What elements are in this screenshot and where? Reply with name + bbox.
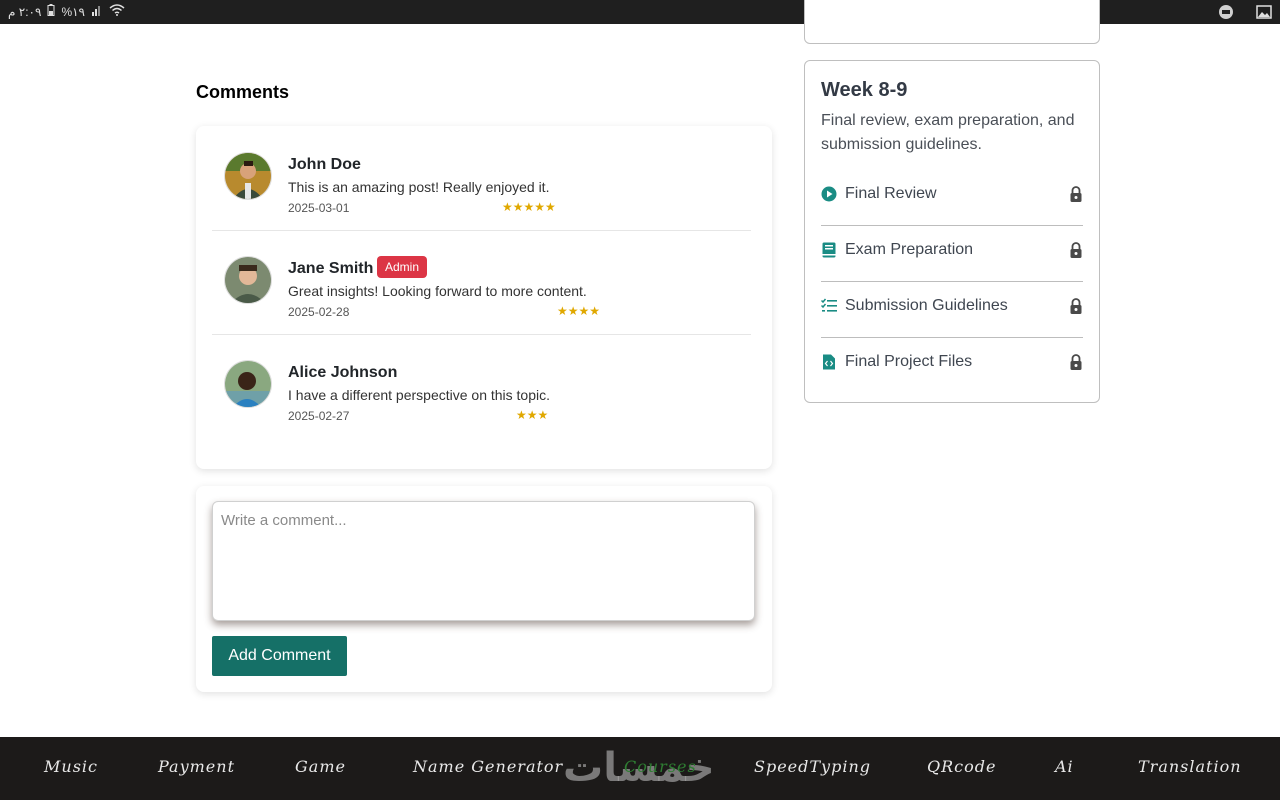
admin-badge: Admin [377, 256, 428, 278]
comments-list: John Doe This is an amazing post! Really… [196, 126, 772, 469]
week-description: Final review, exam preparation, and subm… [821, 112, 1075, 153]
nav-link-payment[interactable]: Payment [158, 757, 235, 776]
lesson-item-final-review[interactable]: Final Review [821, 169, 1083, 226]
play-circle-icon [821, 186, 837, 202]
nav-link-name-generator[interactable]: Name Generator [413, 757, 563, 776]
lesson-label: Final Review [845, 185, 937, 202]
lock-icon [1069, 185, 1083, 203]
lesson-label: Submission Guidelines [845, 297, 1008, 314]
nav-link-ai[interactable]: Ai [1055, 757, 1074, 776]
add-comment-button[interactable]: Add Comment [212, 636, 347, 676]
comment-text: Great insights! Looking forward to more … [288, 283, 587, 299]
avatar [224, 152, 272, 200]
clock-text: ٢:٠٩ م [8, 4, 42, 19]
rating-stars: ★★★ [516, 408, 549, 422]
lesson-label: Final Project Files [845, 353, 973, 370]
week-card: Week 8-9 Final review, exam preparation,… [804, 60, 1100, 403]
nav-link-speedtyping[interactable]: SpeedTyping [754, 757, 871, 776]
comment-date: 2025-02-27 [288, 409, 350, 423]
comment-author: Jane Smith [288, 260, 374, 277]
comment-text: This is an amazing post! Really enjoyed … [288, 179, 550, 195]
footer-nav: خمسات Music Payment Game Name Generator … [0, 737, 1280, 800]
book-icon [821, 242, 837, 258]
add-comment-form: Add Comment [196, 486, 772, 692]
status-left: ٢:٠٩ م %١٩ [8, 4, 125, 19]
avatar [224, 360, 272, 408]
signal-icon [91, 4, 103, 19]
comment-author: Alice Johnson [288, 364, 398, 381]
battery-icon [47, 4, 55, 19]
comment-text: I have a different perspective on this t… [288, 387, 551, 403]
comment-input[interactable] [212, 501, 755, 621]
avatar [224, 256, 272, 304]
comment-item: John Doe This is an amazing post! Really… [212, 126, 751, 231]
lock-icon [1069, 241, 1083, 259]
lock-icon [1069, 353, 1083, 371]
code-file-icon [821, 354, 837, 370]
nav-link-translation[interactable]: Translation [1138, 757, 1242, 776]
lesson-item-exam-preparation[interactable]: Exam Preparation [821, 225, 1083, 282]
nav-link-game[interactable]: Game [295, 757, 346, 776]
rating-stars: ★★★★★ [502, 200, 556, 214]
wifi-icon [109, 4, 125, 19]
comment-date: 2025-03-01 [288, 201, 350, 215]
image-icon [1256, 5, 1272, 22]
comment-date: 2025-02-28 [288, 305, 350, 319]
lock-icon [1069, 297, 1083, 315]
comments-title: Comments [196, 82, 290, 102]
ad-block-icon [1218, 4, 1234, 23]
lesson-label: Exam Preparation [845, 241, 974, 258]
previous-week-card [804, 0, 1100, 44]
comment-item: Jane Smith Admin Great insights! Looking… [212, 230, 751, 335]
status-right [1218, 4, 1272, 23]
nav-link-qrcode[interactable]: QRcode [927, 757, 996, 776]
week-title: Week 8-9 [821, 79, 908, 101]
lesson-item-final-project-files[interactable]: Final Project Files [821, 337, 1083, 393]
nav-link-music[interactable]: Music [44, 757, 98, 776]
lesson-item-submission-guidelines[interactable]: Submission Guidelines [820, 281, 1083, 338]
rating-stars: ★★★★ [557, 304, 601, 318]
battery-text: %١٩ [61, 4, 85, 19]
checklist-icon [820, 298, 837, 314]
comment-author: John Doe [288, 156, 361, 173]
nav-link-courses[interactable]: Courses [624, 757, 697, 776]
comment-item: Alice Johnson I have a different perspec… [212, 334, 751, 438]
